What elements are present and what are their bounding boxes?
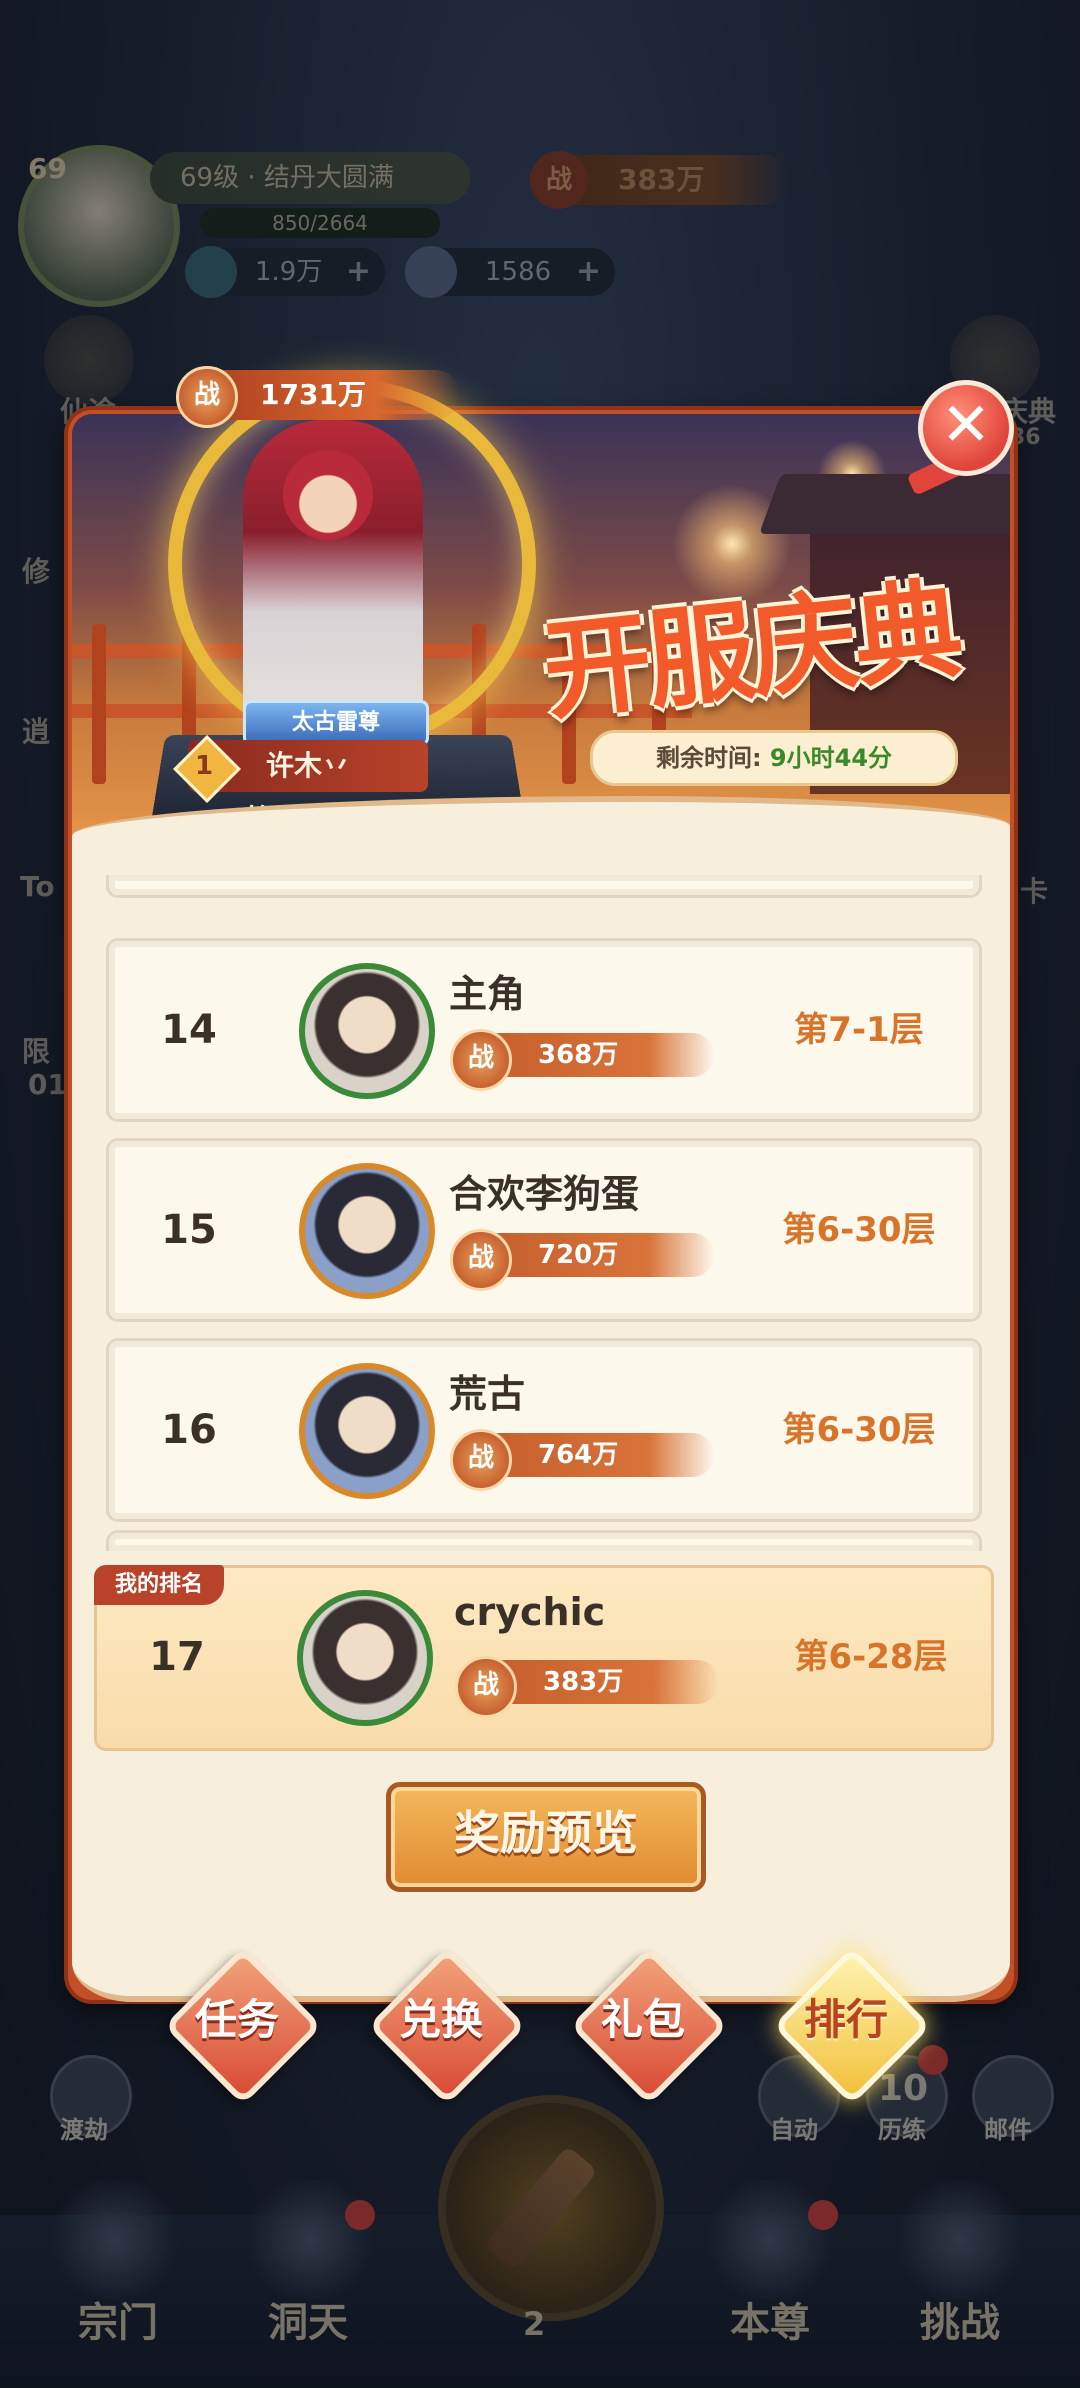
table-row-partial — [106, 875, 982, 898]
tab-tasks[interactable]: 任务 — [163, 1946, 323, 2106]
row-rank: 15 — [161, 1207, 217, 1253]
row-rank: 14 — [161, 1007, 217, 1053]
row-power: 战 720万 — [450, 1229, 714, 1291]
remaining-time: 剩余时间: 9小时44分 — [590, 730, 958, 786]
tab-label: 礼包 — [600, 1995, 685, 2044]
battle-power-icon: 战 — [450, 1429, 512, 1491]
battle-power-icon: 战 — [176, 366, 238, 428]
avatar — [299, 1163, 435, 1299]
table-row-partial — [106, 1530, 982, 1551]
tab-gift-pack[interactable]: 礼包 — [569, 1946, 729, 2106]
row-power: 战 368万 — [450, 1029, 714, 1091]
my-player-name: crychic — [454, 1590, 606, 1634]
remaining-time-value: 9小时44分 — [769, 744, 893, 772]
row-floor: 第7-1层 — [794, 1010, 924, 1050]
battle-power-icon: 战 — [450, 1029, 512, 1091]
tab-label: 兑换 — [398, 1995, 483, 2044]
battle-power-icon: 战 — [450, 1229, 512, 1291]
row-power-value: 720万 — [538, 1240, 619, 1270]
row-floor: 第6-30层 — [782, 1210, 936, 1250]
row-player-name: 主角 — [449, 972, 526, 1016]
row-power-value: 368万 — [538, 1040, 619, 1070]
top-hero-power-value: 1731万 — [260, 378, 366, 411]
tab-label: 排行 — [803, 1995, 888, 2044]
table-row[interactable]: 16 荒古 战 764万 第6-30层 — [106, 1338, 982, 1522]
reward-preview-button[interactable]: 奖励预览 — [386, 1782, 706, 1892]
row-power: 战 764万 — [450, 1429, 714, 1491]
close-button[interactable]: ✕ — [918, 380, 1014, 476]
row-player-name: 荒古 — [449, 1372, 526, 1416]
row-rank: 16 — [161, 1407, 217, 1453]
my-power-value: 383万 — [543, 1667, 624, 1697]
top-hero-power: 战 1731万 — [176, 366, 460, 428]
row-floor: 第6-30层 — [782, 1410, 936, 1450]
my-floor: 第6-28层 — [794, 1637, 948, 1677]
tab-exchange[interactable]: 兑换 — [367, 1946, 527, 2106]
avatar — [299, 963, 435, 1099]
pavilion-roof-decoration — [759, 474, 1010, 534]
table-row[interactable]: 14 主角 战 368万 第7-1层 — [106, 938, 982, 1122]
tab-ranking[interactable]: 排行 — [772, 1946, 932, 2106]
avatar — [299, 1363, 435, 1499]
tab-label: 任务 — [194, 1995, 279, 2044]
avatar — [297, 1590, 433, 1726]
row-player-name: 合欢李狗蛋 — [449, 1172, 640, 1216]
event-ranking-modal: 开服庆典 剩余时间: 9小时44分 战 1731万 太古雷尊 许木丷 1 第8-… — [68, 366, 1014, 2106]
my-rank-row[interactable]: 我的排名 17 crychic 战 383万 第6-28层 — [94, 1565, 994, 1751]
my-rank-number: 17 — [149, 1634, 205, 1680]
table-row[interactable]: 15 合欢李狗蛋 战 720万 第6-30层 — [106, 1138, 982, 1322]
top-hero-head — [283, 450, 373, 540]
battle-power-icon: 战 — [455, 1656, 517, 1718]
row-power-value: 764万 — [538, 1440, 619, 1470]
top-hero-rank: 1 — [194, 751, 214, 781]
remaining-time-label: 剩余时间: — [655, 744, 762, 772]
my-power: 战 383万 — [455, 1656, 719, 1718]
